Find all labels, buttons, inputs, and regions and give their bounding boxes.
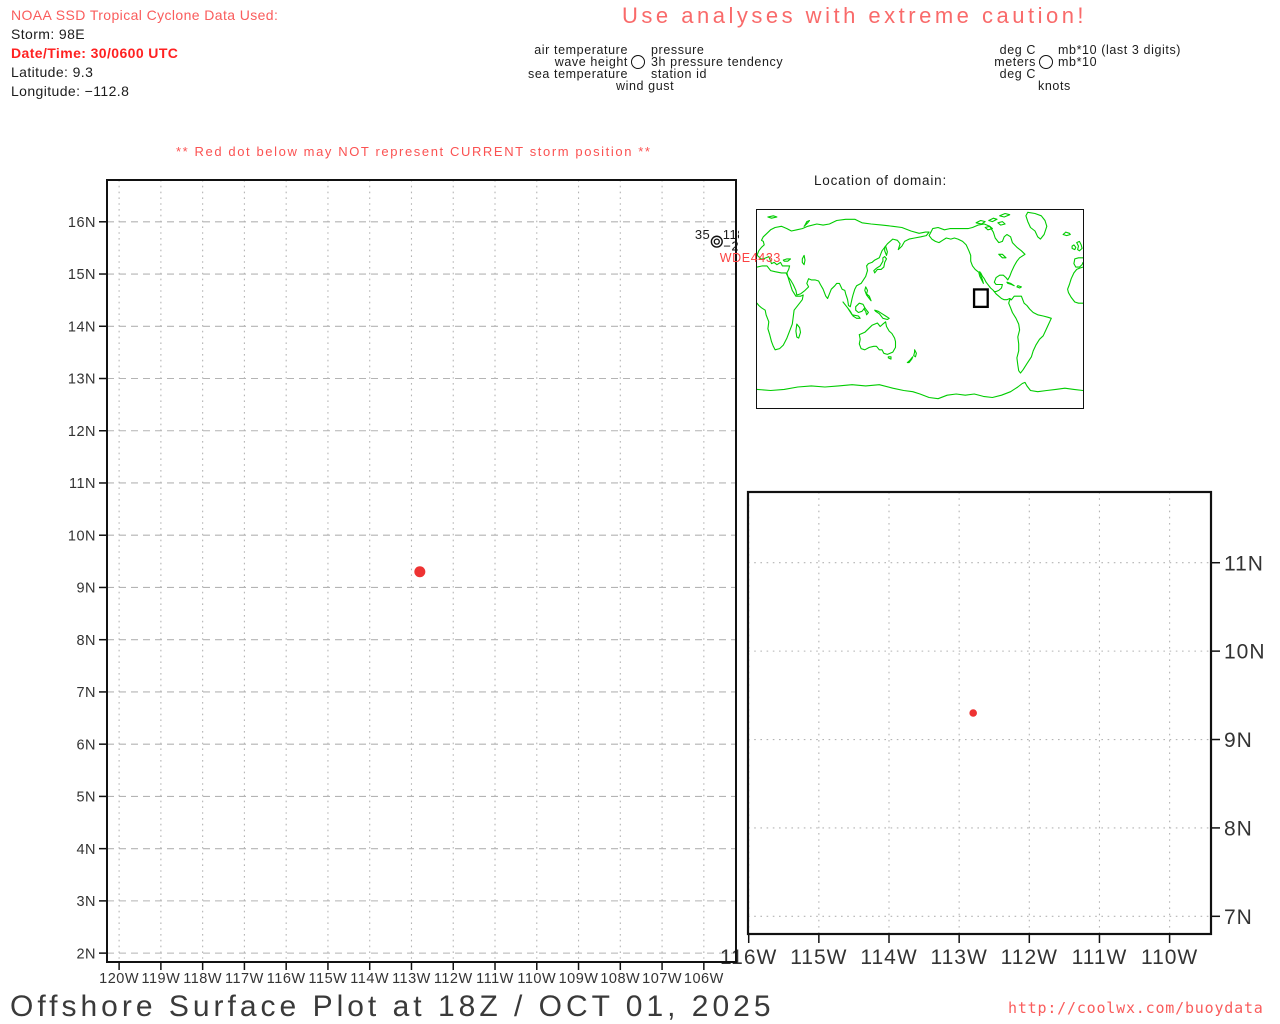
svg-text:117W: 117W xyxy=(225,971,264,987)
svg-text:114W: 114W xyxy=(350,971,389,987)
svg-text:16N: 16N xyxy=(68,215,96,231)
svg-text:106W: 106W xyxy=(684,971,724,987)
inset-plot-border xyxy=(746,490,1213,936)
svg-text:14N: 14N xyxy=(68,319,96,335)
svg-text:112W: 112W xyxy=(434,971,473,987)
svg-text:9N: 9N xyxy=(1224,729,1253,752)
svg-text:115W: 115W xyxy=(309,971,348,987)
svg-text:111W: 111W xyxy=(476,971,514,987)
svg-text:7N: 7N xyxy=(76,685,96,701)
svg-text:10N: 10N xyxy=(1224,641,1266,664)
svg-text:5N: 5N xyxy=(76,790,96,806)
svg-text:4N: 4N xyxy=(76,842,96,858)
svg-text:115W: 115W xyxy=(790,946,847,969)
storm-position-dot xyxy=(969,709,977,717)
svg-text:11N: 11N xyxy=(1224,552,1264,575)
station-plot: 35 118−2 xyxy=(695,227,739,254)
svg-text:110W: 110W xyxy=(517,971,556,987)
source-url[interactable]: http://coolwx.com/buoydata xyxy=(1008,999,1264,1017)
svg-text:114W: 114W xyxy=(860,946,917,969)
svg-text:3N: 3N xyxy=(76,894,96,910)
svg-text:35: 35 xyxy=(695,227,710,242)
svg-text:112W: 112W xyxy=(1001,946,1058,969)
main-plot: 120W 119W 118W 117W 116W 115W 114W 113W 112W 111W… xyxy=(68,180,736,987)
svg-text:8N: 8N xyxy=(1224,817,1253,840)
svg-text:7N: 7N xyxy=(1224,906,1253,929)
svg-text:108W: 108W xyxy=(600,971,640,987)
svg-text:118W: 118W xyxy=(183,971,222,987)
station-id-text: WDE4433 xyxy=(720,251,781,265)
svg-text:113W: 113W xyxy=(930,946,987,969)
svg-text:9N: 9N xyxy=(76,581,96,597)
svg-text:116W: 116W xyxy=(267,971,306,987)
zoom-inset-plot: 116W 115W 114W 113W 112W 111W 110W 11N 10N 9N 8N 7N xyxy=(720,492,1265,969)
plots-svg: 120W 119W 118W 117W 116W 115W 114W 113W 112W 111W… xyxy=(68,179,1265,987)
svg-text:113W: 113W xyxy=(392,971,431,987)
offshore-surface-plot-screen: NOAA SSD Tropical Cyclone Data Used: Sto… xyxy=(0,0,1280,1024)
svg-text:10N: 10N xyxy=(68,528,96,544)
svg-text:107W: 107W xyxy=(642,971,682,987)
station-circle-icon xyxy=(710,235,723,248)
svg-text:109W: 109W xyxy=(559,971,599,987)
svg-text:2N: 2N xyxy=(76,946,96,962)
svg-text:12N: 12N xyxy=(68,424,96,440)
svg-text:6N: 6N xyxy=(76,737,96,753)
svg-text:13N: 13N xyxy=(68,372,96,388)
storm-position-dot xyxy=(414,566,426,578)
svg-text:8N: 8N xyxy=(76,633,96,649)
svg-text:111W: 111W xyxy=(1072,946,1128,969)
plot-title: Offshore Surface Plot at 18Z / OCT 01, 2… xyxy=(10,990,775,1023)
svg-text:110W: 110W xyxy=(1141,946,1198,969)
svg-text:119W: 119W xyxy=(141,971,180,987)
svg-text:15N: 15N xyxy=(68,267,96,283)
svg-text:11N: 11N xyxy=(69,476,96,492)
svg-text:116W: 116W xyxy=(720,946,777,969)
svg-text:120W: 120W xyxy=(99,971,139,987)
